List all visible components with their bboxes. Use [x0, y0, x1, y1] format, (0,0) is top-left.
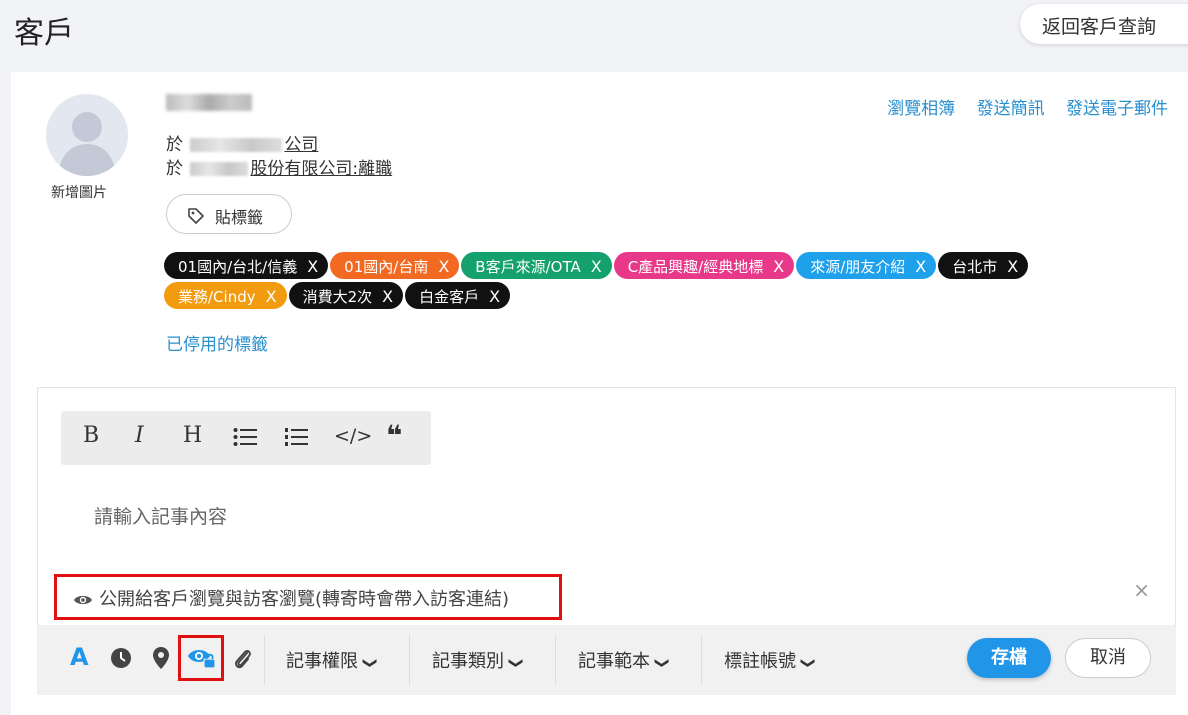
- company-line-2: 於 股份有限公司:離職: [166, 159, 393, 179]
- disabled-tags-link[interactable]: 已停用的標籤: [166, 330, 268, 355]
- tag-label: 01國內/台南: [344, 258, 429, 276]
- chevron-down-icon: ❯: [361, 657, 378, 669]
- bullet-list-icon[interactable]: [233, 427, 257, 453]
- tag-chip: 白金客戶 X: [405, 282, 511, 309]
- remove-tag-icon[interactable]: X: [438, 257, 449, 276]
- public-visibility-notice: 公開給客戶瀏覽與訪客瀏覽(轉寄時會帶入訪客連結): [54, 574, 562, 620]
- tag-chip: 01國內/台南 X: [330, 252, 460, 279]
- tag-chip: 來源/朋友介紹 X: [796, 252, 937, 279]
- chevron-down-icon: ❯: [507, 657, 524, 669]
- company-link-1[interactable]: 公司: [284, 135, 318, 155]
- tag-label: 01國內/台北/信義: [178, 258, 298, 276]
- numbered-list-icon[interactable]: [284, 427, 308, 453]
- close-notice-icon[interactable]: ×: [1133, 578, 1150, 602]
- tag-chip: 01國內/台北/信義 X: [164, 252, 329, 279]
- tag-label: 消費大2次: [302, 288, 373, 306]
- tag-label: 台北市: [952, 258, 998, 276]
- cancel-button[interactable]: 取消: [1065, 638, 1151, 678]
- italic-button[interactable]: I: [135, 423, 144, 448]
- tag-label: 來源/朋友介紹: [810, 258, 906, 276]
- tag-label: 白金客戶: [419, 288, 480, 306]
- remove-tag-icon[interactable]: X: [489, 287, 500, 306]
- divider: [701, 635, 702, 685]
- save-button[interactable]: 存檔: [967, 638, 1051, 678]
- action-links: 瀏覽相簿 發送簡訊 發送電子郵件: [871, 94, 1168, 119]
- tag-label: C產品興趣/經典地標: [627, 258, 764, 276]
- customer-card: 新增圖片 於 公司 於 股份有限公司:離職 瀏覽相簿 發送簡訊 發送電子郵件 貼…: [11, 72, 1188, 715]
- add-image-label[interactable]: 新增圖片: [51, 182, 107, 202]
- remove-tag-icon[interactable]: X: [773, 257, 784, 276]
- bold-button[interactable]: B: [83, 423, 99, 448]
- eye-icon: [74, 595, 92, 605]
- tag-chip: 消費大2次 X: [288, 282, 404, 309]
- page-title: 客戶: [14, 16, 74, 51]
- customer-name-redacted: [166, 94, 252, 111]
- tag-chip: 業務/Cindy X: [164, 282, 287, 309]
- remove-tag-icon[interactable]: X: [382, 287, 393, 306]
- browse-album-link[interactable]: 瀏覽相簿: [887, 99, 955, 119]
- chevron-down-icon: ❯: [653, 657, 670, 669]
- editor-bottom-bar: A 記事權限 ❯ 記事類別 ❯ 記事範本 ❯ 標註帳號 ❯ 存檔 取消: [37, 625, 1176, 695]
- tag-icon: [188, 208, 204, 224]
- company-link-2[interactable]: 股份有限公司:離職: [250, 159, 392, 179]
- clock-icon[interactable]: [110, 647, 132, 673]
- tag-chip: 台北市 X: [938, 252, 1029, 279]
- chevron-down-icon: ❯: [799, 657, 816, 669]
- location-pin-icon[interactable]: [153, 647, 169, 673]
- company-line-1: 於 公司: [166, 135, 319, 155]
- tag-label: B客戶來源/OTA: [475, 258, 581, 276]
- back-to-customer-search-button[interactable]: 返回客戶查詢: [1020, 4, 1188, 44]
- send-email-link[interactable]: 發送電子郵件: [1066, 99, 1168, 119]
- avatar[interactable]: [46, 94, 128, 176]
- mark-account-dropdown[interactable]: 標註帳號 ❯: [724, 647, 816, 673]
- tag-label: 業務/Cindy: [178, 288, 256, 306]
- remove-tag-icon[interactable]: X: [307, 257, 318, 276]
- divider: [555, 635, 556, 685]
- heading-button[interactable]: H: [183, 423, 202, 448]
- tag-list: 01國內/台北/信義 X 01國內/台南 X B客戶來源/OTA X C產品興趣/經典地標 X…: [164, 252, 1154, 312]
- user-silhouette-icon: [58, 112, 116, 176]
- remove-tag-icon[interactable]: X: [591, 257, 602, 276]
- remove-tag-icon[interactable]: X: [1007, 257, 1018, 276]
- note-category-dropdown[interactable]: 記事類別 ❯: [432, 647, 524, 673]
- formatting-toolbar: B I H </> ❝: [61, 411, 431, 465]
- tag-chip: B客戶來源/OTA X: [461, 252, 612, 279]
- divider: [409, 635, 410, 685]
- quote-button[interactable]: ❝: [386, 419, 402, 452]
- code-button[interactable]: </>: [334, 425, 372, 447]
- tag-chip: C產品興趣/經典地標 X: [613, 252, 795, 279]
- visibility-highlight-box: [178, 635, 224, 681]
- add-tag-button[interactable]: 貼標籤: [166, 194, 292, 234]
- remove-tag-icon[interactable]: X: [266, 287, 277, 306]
- note-template-dropdown[interactable]: 記事範本 ❯: [578, 647, 670, 673]
- remove-tag-icon[interactable]: X: [915, 257, 926, 276]
- note-permission-dropdown[interactable]: 記事權限 ❯: [286, 647, 378, 673]
- divider: [264, 635, 265, 685]
- text-color-icon[interactable]: A: [70, 643, 89, 671]
- note-content-placeholder[interactable]: 請輸入記事內容: [94, 502, 227, 529]
- paperclip-icon[interactable]: [233, 647, 253, 675]
- send-sms-link[interactable]: 發送簡訊: [977, 99, 1045, 119]
- note-editor: B I H </> ❝ 請輸入記事內容 公開給客戶瀏覽與訪客瀏覽(轉寄時會帶入訪…: [37, 387, 1176, 625]
